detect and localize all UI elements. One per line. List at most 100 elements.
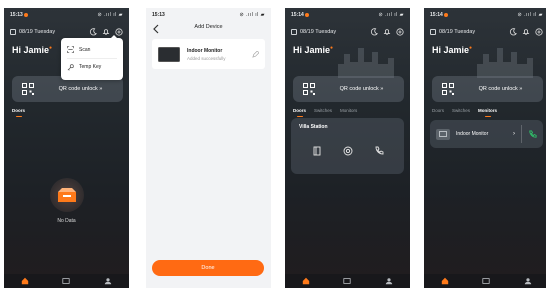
qr-unlock-card[interactable]: QR code unlock » xyxy=(432,76,543,102)
chevron-right-icon: › xyxy=(513,131,515,137)
page-header: Add Device xyxy=(146,24,271,38)
menu-item-scan[interactable]: Scan xyxy=(67,41,117,58)
nav-profile-icon[interactable] xyxy=(385,276,394,285)
empty-state: No Data xyxy=(4,178,129,224)
moon-icon[interactable] xyxy=(508,28,517,37)
system-icons: ⊘ .ııl ıl ▰ xyxy=(239,12,265,18)
status-time: 15:14 xyxy=(430,12,443,18)
date-label: 08/19 Tuesday xyxy=(300,29,337,35)
scan-icon xyxy=(67,46,74,53)
tab-doors[interactable]: Doors xyxy=(12,108,25,117)
greeting: Hi Jamie● xyxy=(293,45,333,55)
qr-code-icon xyxy=(442,83,454,95)
door-icon[interactable] xyxy=(312,146,322,156)
page-title: Add Device xyxy=(194,24,223,30)
status-bar: 15:13 ⊘ .ııl ıl ▰ xyxy=(4,8,129,22)
home-screen-monitors: 15:14 ⊘ .ııl ıl ▰ 08/19 Tuesday Hi Jamie… xyxy=(424,8,546,288)
greeting-text: Hi Jamie xyxy=(293,45,331,55)
bell-icon[interactable] xyxy=(101,28,110,37)
device-tabs: Doors Switches Monitors xyxy=(432,108,543,117)
camera-icon[interactable] xyxy=(343,146,353,156)
tab-switches[interactable]: Switches xyxy=(452,108,470,117)
status-time: 15:13 xyxy=(10,12,23,18)
qr-code-icon xyxy=(22,83,34,95)
home-screen-empty: 15:13 ⊘ .ııl ıl ▰ 08/19 Tuesday Hi Jamie… xyxy=(4,8,129,288)
greeting: Hi Jamie● xyxy=(12,45,52,55)
date-label: 08/19 Tuesday xyxy=(19,29,56,35)
nav-devices-icon[interactable] xyxy=(343,276,352,285)
status-bar: 15:14 ⊘ .ııl ıl ▰ xyxy=(285,8,410,22)
tab-doors[interactable]: Doors xyxy=(432,108,444,117)
greeting-text: Hi Jamie xyxy=(432,45,470,55)
device-card[interactable]: Indoor Monitor Added successfully xyxy=(152,39,265,69)
back-arrow-icon[interactable] xyxy=(152,24,160,34)
nav-profile-icon[interactable] xyxy=(104,276,113,285)
calendar-icon xyxy=(430,29,436,35)
empty-box-icon xyxy=(49,178,84,212)
system-icons: ⊘ .ııl ıl ▰ xyxy=(378,12,404,18)
city-skyline-decoration xyxy=(477,48,533,78)
qr-unlock-label: QR code unlock » xyxy=(339,86,384,92)
tab-switches[interactable]: Switches xyxy=(314,108,332,117)
device-tabs: Doors xyxy=(12,108,123,117)
key-icon xyxy=(67,63,74,71)
calendar-icon xyxy=(291,29,297,35)
bottom-nav xyxy=(285,274,410,288)
qr-unlock-card[interactable]: QR code unlock » xyxy=(293,76,404,102)
menu-item-temp-key[interactable]: Temp Key xyxy=(67,58,117,75)
greeting: Hi Jamie● xyxy=(432,45,472,55)
nav-home-icon[interactable] xyxy=(20,276,29,285)
add-circle-icon[interactable] xyxy=(534,28,543,37)
add-circle-icon[interactable] xyxy=(395,28,404,37)
system-icons: ⊘ .ııl ıl ▰ xyxy=(517,12,543,18)
tab-monitors[interactable]: Monitors xyxy=(478,108,497,117)
nav-devices-icon[interactable] xyxy=(62,276,71,285)
top-bar: 08/19 Tuesday xyxy=(291,26,404,38)
station-title: Villa Station xyxy=(299,124,328,130)
indoor-monitor-card[interactable]: Indoor Monitor › xyxy=(430,120,543,148)
greeting-text: Hi Jamie xyxy=(12,45,50,55)
top-bar: 08/19 Tuesday xyxy=(430,26,543,38)
bottom-nav xyxy=(424,274,546,288)
empty-text: No Data xyxy=(57,218,76,224)
status-time: 15:14 xyxy=(291,12,304,18)
nav-home-icon[interactable] xyxy=(301,276,310,285)
notification-dot xyxy=(23,12,28,17)
device-tabs: Doors Switches Monitors xyxy=(293,108,404,117)
divider xyxy=(521,125,522,143)
monitor-thumbnail xyxy=(158,46,180,62)
done-button[interactable]: Done xyxy=(152,260,264,276)
menu-item-label: Scan xyxy=(79,46,91,53)
tab-doors[interactable]: Doors xyxy=(293,108,306,117)
system-icons: ⊘ .ııl ıl ▰ xyxy=(97,12,123,18)
monitor-icon xyxy=(436,128,450,140)
edit-icon[interactable] xyxy=(252,50,259,58)
status-bar: 15:13 ⊘ .ııl ıl ▰ xyxy=(146,8,271,22)
call-icon[interactable] xyxy=(374,146,384,156)
device-name: Indoor Monitor xyxy=(187,47,223,54)
bell-icon[interactable] xyxy=(521,28,530,37)
top-bar: 08/19 Tuesday xyxy=(10,26,123,38)
qr-unlock-label: QR code unlock » xyxy=(58,86,103,92)
status-time: 15:13 xyxy=(152,12,165,18)
greeting-dot: ● xyxy=(49,45,53,51)
greeting-dot: ● xyxy=(330,45,334,51)
notification-dot xyxy=(304,12,309,17)
monitor-name: Indoor Monitor xyxy=(456,131,489,137)
status-bar: 15:14 ⊘ .ııl ıl ▰ xyxy=(424,8,546,22)
screens-collage: 15:13 ⊘ .ııl ıl ▰ 08/19 Tuesday Hi Jamie… xyxy=(0,0,546,288)
nav-home-icon[interactable] xyxy=(440,276,449,285)
bell-icon[interactable] xyxy=(382,28,391,37)
notification-dot xyxy=(443,12,448,17)
add-device-screen: 15:13 ⊘ .ııl ıl ▰ Add Device Indoor Moni… xyxy=(146,8,271,288)
bottom-nav xyxy=(4,274,129,288)
moon-icon[interactable] xyxy=(88,28,97,37)
date-label: 08/19 Tuesday xyxy=(439,29,476,35)
tab-monitors[interactable]: Monitors xyxy=(340,108,357,117)
greeting-dot: ● xyxy=(469,45,473,51)
call-icon[interactable] xyxy=(528,129,537,139)
moon-icon[interactable] xyxy=(369,28,378,37)
nav-profile-icon[interactable] xyxy=(524,276,533,285)
nav-devices-icon[interactable] xyxy=(482,276,491,285)
calendar-icon xyxy=(10,29,16,35)
